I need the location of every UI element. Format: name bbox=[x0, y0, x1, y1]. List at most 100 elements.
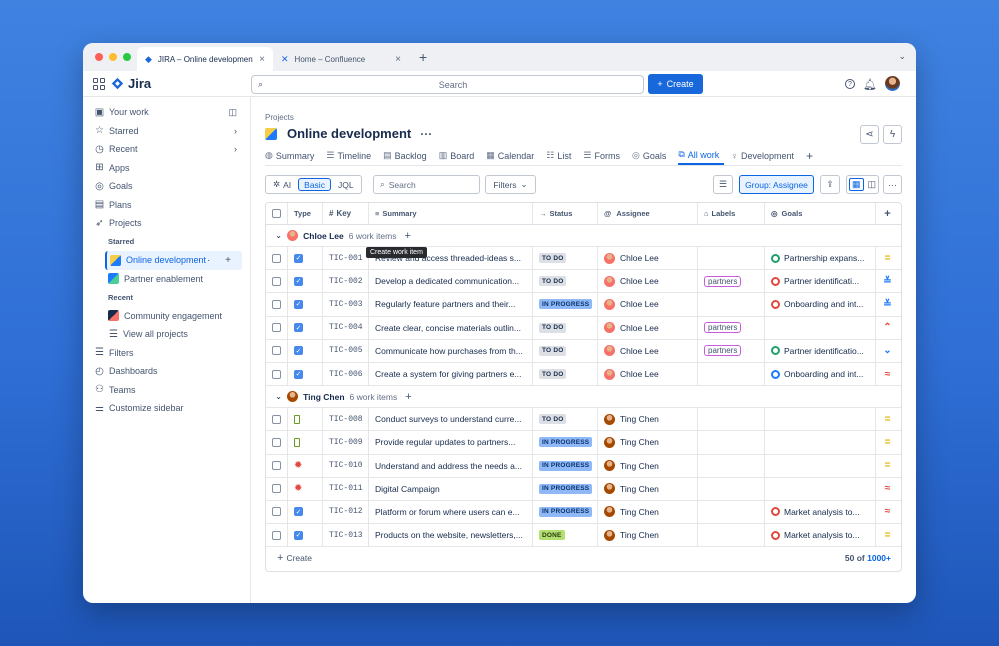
row-checkbox[interactable] bbox=[266, 293, 288, 316]
column-header-status[interactable]: → Status bbox=[533, 203, 598, 224]
sidebar-project-online-development[interactable]: Online development ··· + bbox=[105, 251, 242, 270]
key-cell[interactable]: TIC-002 bbox=[323, 270, 369, 293]
export-icon[interactable]: ⇪ bbox=[820, 175, 840, 194]
column-header-goals[interactable]: ◎ Goals bbox=[765, 203, 876, 224]
labels-cell[interactable] bbox=[698, 408, 765, 431]
table-row[interactable]: ✓ TIC-006 Create a system for giving par… bbox=[266, 362, 901, 387]
ai-search-toggle[interactable]: ✲ AI bbox=[266, 178, 298, 191]
priority-cell[interactable]: = bbox=[876, 408, 899, 430]
jql-search-toggle[interactable]: JQL bbox=[331, 178, 361, 191]
row-checkbox[interactable] bbox=[266, 500, 288, 524]
priority-cell[interactable]: ≚ bbox=[876, 293, 899, 315]
assignee-cell[interactable]: Chloe Lee bbox=[598, 339, 698, 362]
table-row[interactable]: ✹ TIC-010 Understand and address the nee… bbox=[266, 454, 901, 478]
table-row[interactable]: ✹ TIC-011 Digital Campaign IN PROGRESS T… bbox=[266, 477, 901, 501]
sidebar-item-recent[interactable]: ◷ Recent › bbox=[83, 140, 250, 159]
table-row[interactable]: ✓ TIC-002 Develop a dedicated communicat… bbox=[266, 270, 901, 294]
add-tab-button[interactable]: + bbox=[806, 146, 818, 165]
labels-cell[interactable]: partners bbox=[698, 339, 765, 362]
sidebar-item-dashboards[interactable]: ◴ Dashboards bbox=[83, 362, 250, 381]
assignee-cell[interactable]: Ting Chen bbox=[598, 477, 698, 500]
row-checkbox[interactable] bbox=[266, 408, 288, 431]
summary-cell[interactable]: Platform or forum where users can e... bbox=[369, 500, 533, 524]
tab-backlog[interactable]: ▤ Backlog bbox=[383, 146, 432, 165]
select-all-checkbox[interactable] bbox=[266, 203, 288, 224]
assignee-cell[interactable]: Chloe Lee bbox=[598, 293, 698, 316]
sidebar-item-filters[interactable]: ☰ Filters bbox=[83, 344, 250, 363]
status-cell[interactable]: IN PROGRESS bbox=[533, 500, 598, 524]
key-cell[interactable]: TIC-004 bbox=[323, 316, 369, 339]
row-checkbox[interactable] bbox=[266, 270, 288, 293]
chevron-down-icon[interactable]: ⌄ bbox=[275, 391, 282, 402]
labels-cell[interactable] bbox=[698, 524, 765, 547]
browser-tab-jira[interactable]: ◆ JIRA – Online development × bbox=[137, 47, 273, 71]
priority-cell[interactable]: = bbox=[876, 455, 899, 477]
global-search-input[interactable]: ⌕ Search bbox=[251, 75, 644, 94]
key-cell[interactable]: TIC-006 bbox=[323, 362, 369, 386]
status-cell[interactable]: TO DO bbox=[533, 247, 598, 270]
row-checkbox[interactable] bbox=[266, 316, 288, 339]
goals-cell[interactable]: Market analysis to... bbox=[765, 500, 876, 524]
assignee-cell[interactable]: Chloe Lee bbox=[598, 270, 698, 293]
goals-cell[interactable] bbox=[765, 316, 876, 339]
minimize-window-button[interactable] bbox=[109, 53, 117, 61]
sidebar-view-all-projects[interactable]: ☰ View all projects bbox=[83, 325, 250, 344]
row-checkbox[interactable] bbox=[266, 339, 288, 362]
assignee-cell[interactable]: Ting Chen bbox=[598, 431, 698, 454]
assignee-cell[interactable]: Ting Chen bbox=[598, 524, 698, 547]
total-count-link[interactable]: 1000+ bbox=[867, 553, 891, 563]
sidebar-item-projects[interactable]: ➶ Projects bbox=[83, 214, 250, 233]
summary-cell[interactable]: Understand and address the needs a... bbox=[369, 454, 533, 477]
tab-summary[interactable]: ◍ Summary bbox=[265, 146, 319, 165]
goals-cell[interactable]: Market analysis to... bbox=[765, 524, 876, 547]
status-cell[interactable]: IN PROGRESS bbox=[533, 431, 598, 454]
priority-cell[interactable]: = bbox=[876, 247, 899, 269]
priority-cell[interactable]: ≈ bbox=[876, 363, 899, 385]
labels-cell[interactable] bbox=[698, 431, 765, 454]
priority-cell[interactable]: ≈ bbox=[876, 478, 899, 500]
maximize-window-button[interactable] bbox=[123, 53, 131, 61]
chevron-down-icon[interactable]: ⌄ bbox=[275, 230, 282, 241]
status-cell[interactable]: IN PROGRESS bbox=[533, 454, 598, 477]
help-icon[interactable]: ? bbox=[845, 79, 855, 89]
status-cell[interactable]: DONE bbox=[533, 524, 598, 547]
list-search-input[interactable]: ⌕ Search bbox=[373, 175, 480, 194]
status-cell[interactable]: TO DO bbox=[533, 362, 598, 386]
tab-menu-chevron-icon[interactable]: ⌄ bbox=[898, 51, 906, 62]
status-cell[interactable]: IN PROGRESS bbox=[533, 477, 598, 500]
more-options-icon[interactable]: ··· bbox=[883, 175, 902, 194]
detail-view-icon[interactable]: ◫ bbox=[867, 179, 876, 190]
sidebar-item-goals[interactable]: ◎ Goals bbox=[83, 177, 250, 196]
new-tab-button[interactable]: + bbox=[409, 49, 427, 71]
sidebar-item-your-work[interactable]: ▣ Your work ◫ bbox=[83, 103, 250, 122]
goals-cell[interactable] bbox=[765, 454, 876, 477]
priority-cell[interactable]: = bbox=[876, 524, 899, 546]
close-window-button[interactable] bbox=[95, 53, 103, 61]
assignee-cell[interactable]: Ting Chen bbox=[598, 500, 698, 524]
tab-forms[interactable]: ☰ Forms bbox=[583, 146, 625, 165]
table-row[interactable]: TIC-008 Conduct surveys to understand cu… bbox=[266, 408, 901, 432]
status-cell[interactable]: TO DO bbox=[533, 270, 598, 293]
summary-cell[interactable]: Conduct surveys to understand curre... bbox=[369, 408, 533, 431]
sidebar-item-teams[interactable]: ⚇ Teams bbox=[83, 381, 250, 400]
assignee-cell[interactable]: Chloe Lee bbox=[598, 316, 698, 339]
labels-cell[interactable]: partners bbox=[698, 270, 765, 293]
group-header-row[interactable]: ⌄ Chloe Lee 6 work items + bbox=[266, 225, 901, 247]
priority-cell[interactable]: ≚ bbox=[876, 270, 899, 292]
row-checkbox[interactable] bbox=[266, 431, 288, 454]
row-checkbox[interactable] bbox=[266, 247, 288, 270]
profile-avatar[interactable] bbox=[885, 76, 900, 91]
column-header-type[interactable]: Type bbox=[288, 203, 323, 224]
tab-all-work[interactable]: ⧉ All work bbox=[678, 146, 725, 165]
add-work-item-icon[interactable]: + bbox=[404, 230, 410, 242]
key-cell[interactable]: TIC-003 bbox=[323, 293, 369, 316]
share-icon[interactable]: ⋖ bbox=[860, 125, 879, 144]
key-cell[interactable]: TIC-008 bbox=[323, 408, 369, 431]
summary-cell[interactable]: Create a system for giving partners e... bbox=[369, 362, 533, 386]
table-row[interactable]: ✓ TIC-013 Products on the website, newsl… bbox=[266, 524, 901, 548]
sort-filter-icon[interactable]: ☰ bbox=[713, 175, 733, 194]
labels-cell[interactable] bbox=[698, 454, 765, 477]
goals-cell[interactable] bbox=[765, 477, 876, 500]
labels-cell[interactable] bbox=[698, 247, 765, 270]
browser-tab-confluence[interactable]: ✕ Home – Confluence × bbox=[273, 47, 409, 71]
